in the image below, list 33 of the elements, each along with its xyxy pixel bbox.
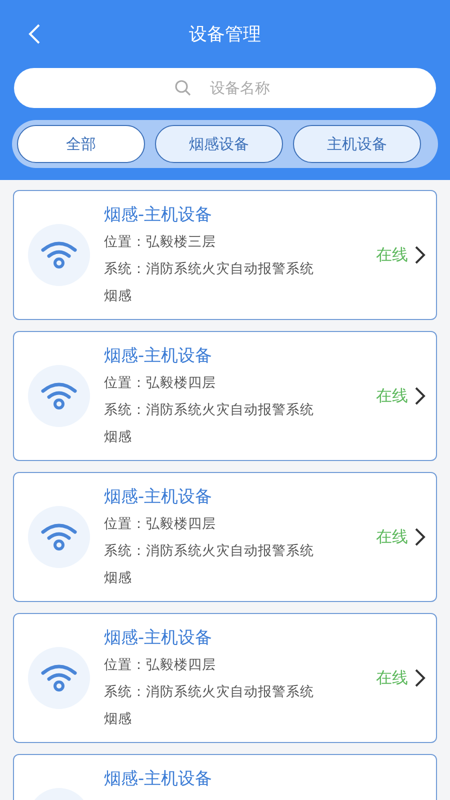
filter-tab[interactable]: 主机设备 xyxy=(293,125,421,163)
filter-tab[interactable]: 烟感设备 xyxy=(155,125,283,163)
search-icon xyxy=(174,79,192,97)
device-system: 系统：消防系统火灾自动报警系统烟感 xyxy=(104,401,315,447)
status-label: 在线 xyxy=(376,386,408,406)
device-card[interactable]: 烟感-主机设备 位置：弘毅楼四层 系统：消防系统火灾自动报警系统烟感 在线 xyxy=(13,613,437,743)
status-label: 在线 xyxy=(376,526,408,548)
device-system: 系统：消防系统火灾自动报警系统烟感 xyxy=(104,542,315,588)
device-card[interactable]: 烟感-主机设备 位置：弘毅楼四层 系统：消防系统火灾自动报警系统烟感 在线 xyxy=(13,331,437,461)
device-name: 烟感-主机设备 xyxy=(104,768,214,791)
status-label: 在线 xyxy=(376,668,408,688)
page-title: 设备管理 xyxy=(189,23,261,46)
device-location: 位置：弘毅楼三层 xyxy=(104,233,217,252)
status-label: 在线 xyxy=(376,244,408,266)
device-system: 系统：消防系统火灾自动报警系统烟感 xyxy=(104,260,315,306)
device-name: 烟感-主机设备 xyxy=(104,627,214,650)
chevron-right-icon xyxy=(414,245,426,265)
filter-tab[interactable]: 全部 xyxy=(17,125,145,163)
device-name: 烟感-主机设备 xyxy=(104,486,214,509)
device-location: 位置：弘毅楼四层 xyxy=(104,374,217,393)
device-card[interactable]: 烟感-主机设备 xyxy=(13,754,437,800)
device-system: 系统：消防系统火灾自动报警系统烟感 xyxy=(104,683,315,729)
device-card[interactable]: 烟感-主机设备 位置：弘毅楼三层 系统：消防系统火灾自动报警系统烟感 在线 xyxy=(13,190,437,320)
back-icon xyxy=(27,23,41,45)
chevron-right-icon xyxy=(414,386,426,406)
device-name: 烟感-主机设备 xyxy=(104,204,214,227)
device-name: 烟感-主机设备 xyxy=(104,345,214,368)
search-field[interactable]: 设备名称 xyxy=(14,68,436,108)
chevron-right-icon xyxy=(414,668,426,688)
chevron-right-icon xyxy=(414,527,426,547)
device-location: 位置：弘毅楼四层 xyxy=(104,515,217,534)
device-location: 位置：弘毅楼四层 xyxy=(104,656,217,675)
device-card[interactable]: 烟感-主机设备 位置：弘毅楼四层 系统：消防系统火灾自动报警系统烟感 在线 xyxy=(13,472,437,602)
